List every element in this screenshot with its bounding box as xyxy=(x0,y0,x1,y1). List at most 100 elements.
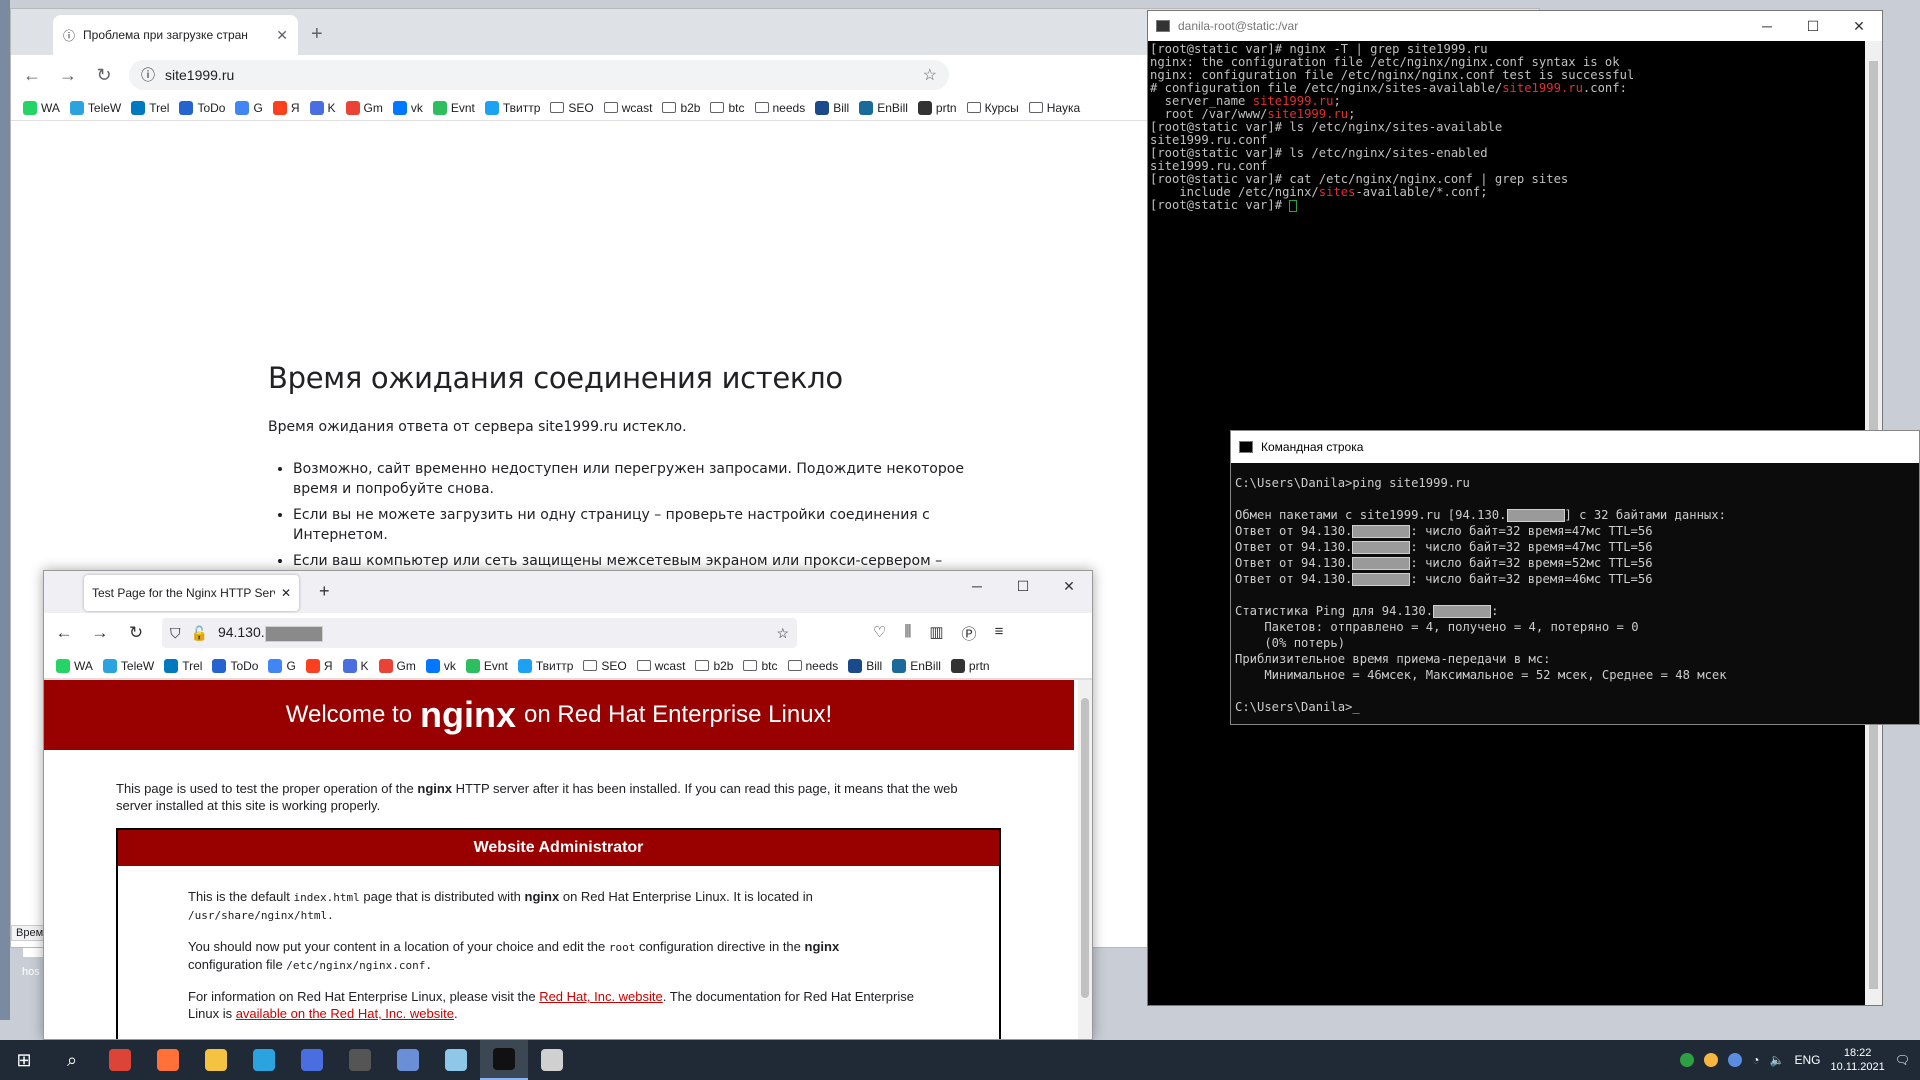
chrome-tab[interactable]: ⓘ Проблема при загрузке стран ✕ xyxy=(53,15,298,55)
tray-app-icon[interactable] xyxy=(1704,1053,1719,1067)
cmd-terminal[interactable]: C:\Users\Danila>ping site1999.ru Обмен п… xyxy=(1231,463,1919,724)
bookmark-12[interactable]: wcast xyxy=(636,659,685,673)
bookmark-6[interactable]: K xyxy=(342,658,369,673)
bookmark-14[interactable]: btc xyxy=(743,659,778,673)
bookmark-6[interactable]: K xyxy=(309,100,336,115)
bookmark-13[interactable]: b2b xyxy=(662,101,700,115)
bookmark-9[interactable]: Evnt xyxy=(432,100,475,115)
bookmark-14[interactable]: btc xyxy=(710,101,745,115)
language-indicator[interactable]: ENG xyxy=(1795,1053,1821,1067)
bookmark-1[interactable]: TeleW xyxy=(102,658,154,673)
bookmark-9[interactable]: Evnt xyxy=(465,658,508,673)
bookmark-11[interactable]: SEO xyxy=(583,659,627,673)
taskbar-explorer-icon[interactable] xyxy=(192,1040,240,1080)
new-tab-button[interactable]: + xyxy=(319,581,330,602)
bookmark-star-icon[interactable]: ☆ xyxy=(923,65,937,85)
bookmark-label: Наука xyxy=(1046,100,1081,115)
taskbar-cmd-icon[interactable] xyxy=(480,1040,528,1080)
bookmark-15[interactable]: needs xyxy=(787,659,838,673)
bookmark-13[interactable]: b2b xyxy=(695,659,733,673)
bookmark-16[interactable]: Bill xyxy=(815,100,849,115)
bookmark-8[interactable]: vk xyxy=(392,100,423,115)
bookmark-7[interactable]: Gm xyxy=(378,658,416,673)
back-button[interactable]: ← xyxy=(54,623,74,643)
scrollbar[interactable] xyxy=(1078,680,1092,1039)
bookmark-10[interactable]: Твиттр xyxy=(484,100,540,115)
bookmark-10[interactable]: Твиттр xyxy=(517,658,573,673)
bookmark-12[interactable]: wcast xyxy=(603,101,652,115)
firefox-toolbar-right: ♡ ⫼ ▥ Ⓟ ≡ xyxy=(873,623,1003,644)
scrollbar-thumb[interactable] xyxy=(1081,698,1089,998)
lock-warning-icon[interactable]: 🔓 xyxy=(191,625,208,642)
search-icon[interactable]: ⌕ xyxy=(48,1040,96,1080)
taskbar-calculator-icon[interactable] xyxy=(288,1040,336,1080)
clock[interactable]: 18:22 10.11.2021 xyxy=(1831,1046,1885,1074)
bookmark-19[interactable]: Курсы xyxy=(966,101,1019,115)
library-icon[interactable]: ⫼ xyxy=(904,623,911,644)
sidebar-icon[interactable]: ▥ xyxy=(929,623,943,644)
info-icon[interactable]: ⓘ xyxy=(141,65,155,85)
tray-app-icon[interactable] xyxy=(1728,1053,1743,1067)
bookmark-18[interactable]: prtn xyxy=(950,658,990,673)
maximize-button[interactable]: ☐ xyxy=(1000,571,1046,601)
reload-button[interactable]: ↻ xyxy=(93,65,115,86)
pocket-icon[interactable]: ♡ xyxy=(873,623,886,644)
bookmark-18[interactable]: prtn xyxy=(917,100,957,115)
bookmark-1[interactable]: TeleW xyxy=(69,100,121,115)
taskbar-network-icon[interactable] xyxy=(384,1040,432,1080)
bookmark-17[interactable]: EnBill xyxy=(892,658,941,673)
taskbar-chrome-icon[interactable] xyxy=(96,1040,144,1080)
bill-icon xyxy=(848,658,863,673)
close-window-button[interactable]: ✕ xyxy=(1836,11,1882,41)
redhat-docs-link[interactable]: available on the Red Hat, Inc. website xyxy=(236,1006,454,1021)
bookmark-20[interactable]: Наука xyxy=(1028,100,1081,115)
bookmark-15[interactable]: needs xyxy=(754,101,805,115)
close-tab-icon[interactable]: ✕ xyxy=(276,27,288,44)
profile-icon[interactable]: Ⓟ xyxy=(962,623,977,644)
bookmark-4[interactable]: G xyxy=(235,100,263,115)
address-bar[interactable]: ⓘ site1999.ru ☆ xyxy=(129,60,949,90)
redhat-link[interactable]: Red Hat, Inc. website xyxy=(539,989,663,1004)
close-tab-icon[interactable]: ✕ xyxy=(281,586,291,600)
bookmark-5[interactable]: Я xyxy=(305,658,333,673)
taskbar-firefox-icon[interactable] xyxy=(144,1040,192,1080)
minimize-button[interactable]: ─ xyxy=(954,571,1000,601)
forward-button[interactable]: → xyxy=(90,623,110,643)
bookmark-17[interactable]: EnBill xyxy=(859,100,908,115)
bookmark-3[interactable]: ToDo xyxy=(179,100,225,115)
address-bar[interactable]: ⛉ 🔓 94.130. ☆ xyxy=(162,618,797,648)
reload-button[interactable]: ↻ xyxy=(126,623,146,643)
close-window-button[interactable]: ✕ xyxy=(1046,571,1092,601)
putty-terminal[interactable]: [root@static var]# nginx -T | grep site1… xyxy=(1148,41,1882,214)
bookmark-4[interactable]: G xyxy=(268,658,296,673)
back-button[interactable]: ← xyxy=(21,65,43,86)
bookmark-7[interactable]: Gm xyxy=(345,100,383,115)
wifi-icon[interactable]: ◔ xyxy=(1752,1053,1759,1067)
taskbar-telegram-icon[interactable] xyxy=(240,1040,288,1080)
taskbar-paint-icon[interactable] xyxy=(528,1040,576,1080)
bookmark-11[interactable]: SEO xyxy=(550,101,594,115)
notifications-icon[interactable]: 🗨 xyxy=(1895,1053,1910,1067)
bookmark-16[interactable]: Bill xyxy=(848,658,882,673)
maximize-button[interactable]: ☐ xyxy=(1790,11,1836,41)
taskbar-notepad-icon[interactable] xyxy=(432,1040,480,1080)
bookmark-2[interactable]: Trel xyxy=(164,658,202,673)
minimize-button[interactable]: ─ xyxy=(1744,11,1790,41)
bookmark-0[interactable]: WA xyxy=(23,100,60,115)
tray-check-icon[interactable] xyxy=(1680,1053,1695,1067)
volume-icon[interactable]: 🔈 xyxy=(1770,1053,1785,1067)
bookmark-star-icon[interactable]: ☆ xyxy=(776,625,789,642)
taskbar-terminal-icon[interactable] xyxy=(336,1040,384,1080)
bookmark-3[interactable]: ToDo xyxy=(212,658,258,673)
start-button[interactable]: ⊞ xyxy=(0,1040,48,1080)
bookmark-8[interactable]: vk xyxy=(425,658,456,673)
firefox-tab[interactable]: Test Page for the Nginx HTTP Server ✕ xyxy=(84,575,299,611)
new-tab-button[interactable]: + xyxy=(311,23,323,46)
enbill-icon xyxy=(892,658,907,673)
bookmark-0[interactable]: WA xyxy=(56,658,93,673)
shield-icon[interactable]: ⛉ xyxy=(170,625,181,642)
bookmark-5[interactable]: Я xyxy=(272,100,300,115)
bookmark-2[interactable]: Trel xyxy=(131,100,169,115)
forward-button[interactable]: → xyxy=(57,65,79,86)
menu-icon[interactable]: ≡ xyxy=(995,623,1004,644)
